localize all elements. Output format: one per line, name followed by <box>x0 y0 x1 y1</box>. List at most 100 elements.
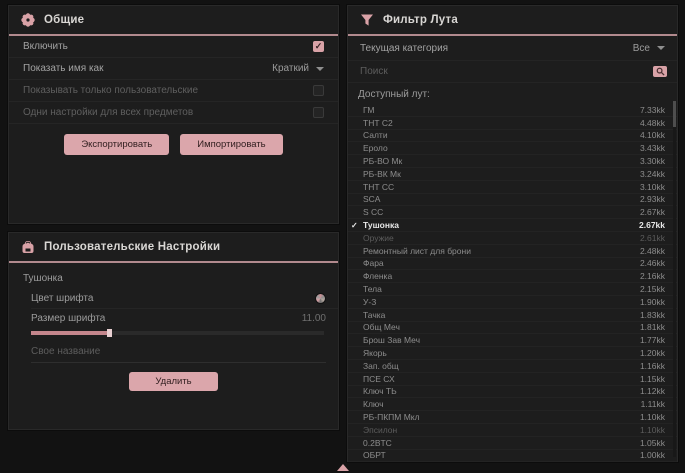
loot-item-value: 7.33kk <box>640 105 665 115</box>
loot-list-item[interactable]: ✓ ТНТ С2 4.48kk <box>348 117 677 130</box>
loot-list-item[interactable]: ✓ Ключ 1.11kk <box>348 398 677 411</box>
loot-list-item[interactable]: ✓ Фленка 2.16kk <box>348 270 677 283</box>
general-panel-title: Общие <box>44 14 84 26</box>
loot-list-item[interactable]: ✓ РБ-ВО Мк 3.30kk <box>348 155 677 168</box>
loot-list-item[interactable]: ✓ Общ Меч 1.81kk <box>348 322 677 335</box>
loot-item-value: 1.11kk <box>641 399 665 409</box>
loot-list-item[interactable]: ✓ Якорь 1.20kk <box>348 347 677 360</box>
name-mode-value: Краткий <box>272 63 309 74</box>
loot-item-name: ТНТ С2 <box>363 118 393 128</box>
color-wheel-icon[interactable] <box>315 293 326 304</box>
same-settings-checkbox[interactable] <box>313 107 324 118</box>
loot-item-name: РБ-ВО Мк <box>363 156 402 166</box>
font-size-value: 11.00 <box>302 313 326 324</box>
loot-list-item[interactable]: ✓ Ероло 3.43kk <box>348 142 677 155</box>
user-only-label: Показывать только пользовательские <box>23 85 198 96</box>
category-value: Все <box>633 43 650 54</box>
loot-item-name: РБ-ВК Мк <box>363 169 401 179</box>
loot-item-value: 3.24kk <box>640 169 665 179</box>
loot-item-value: 1.12kk <box>640 386 665 396</box>
loot-filter-header: Фильтр Лута <box>348 6 677 36</box>
loot-list-item[interactable]: ✓ Ключ ТЬ 1.12kk <box>348 386 677 399</box>
loot-item-name: Зап. общ <box>363 361 399 371</box>
loot-list-item[interactable]: ✓ РБ-ВК Мк 3.24kk <box>348 168 677 181</box>
search-button[interactable] <box>653 66 667 77</box>
scrollbar-thumb[interactable] <box>673 101 676 127</box>
loot-list-item[interactable]: ✓ 0.2BTC 1.05kk <box>348 437 677 450</box>
name-mode-label: Показать имя как <box>23 63 103 74</box>
loot-item-value: 1.83kk <box>640 310 665 320</box>
loot-list-item[interactable]: ✓ РБ-ПКПМ Мкл 1.10kk <box>348 411 677 424</box>
triangle-up-icon[interactable] <box>337 464 349 471</box>
loot-list-item[interactable]: ✓ Тела 2.15kk <box>348 283 677 296</box>
loot-list-item[interactable]: ✓ Эпсилон 1.10kk <box>348 424 677 437</box>
loot-item-name: SCA <box>363 194 380 204</box>
loot-item-value: 1.15kk <box>640 374 665 384</box>
loot-item-name: ОБРТ <box>363 450 386 460</box>
category-label: Текущая категория <box>360 43 448 54</box>
loot-item-value: 2.16kk <box>640 271 665 281</box>
loot-item-value: 4.10kk <box>640 130 665 140</box>
loot-filter-title: Фильтр Лута <box>383 14 458 26</box>
loot-item-name: Эпсилон <box>363 425 397 435</box>
loot-item-name: Оружие <box>363 233 394 243</box>
enable-checkbox[interactable]: ✓ <box>313 41 324 52</box>
loot-list-scrollbar[interactable] <box>673 101 676 457</box>
setting-row-user-only: Показывать только пользовательские <box>9 80 338 102</box>
loot-item-value: 4.48kk <box>640 118 665 128</box>
loot-item-name: Ключ ТЬ <box>363 386 397 396</box>
search-input[interactable] <box>360 66 653 77</box>
name-mode-select[interactable]: Краткий <box>272 63 324 74</box>
delete-button[interactable]: Удалить <box>129 372 217 391</box>
loot-item-value: 3.30kk <box>640 156 665 166</box>
user-only-checkbox[interactable] <box>313 85 324 96</box>
loot-list-item[interactable]: ✓ Фара 2.46kk <box>348 258 677 271</box>
loot-list-item[interactable]: ✓ У-З 1.90kk <box>348 296 677 309</box>
same-settings-label: Одни настройки для всех предметов <box>23 107 193 118</box>
loot-item-name: Тела <box>363 284 382 294</box>
loot-list-item[interactable]: ✓ Брош Зав Меч 1.77kk <box>348 334 677 347</box>
setting-row-same-settings: Одни настройки для всех предметов <box>9 102 338 124</box>
loot-item-value: 2.48kk <box>640 246 665 256</box>
loot-list-item[interactable]: ✓ ОБРТ 1.00kk <box>348 450 677 463</box>
enable-label: Включить <box>23 41 68 52</box>
loot-list-item[interactable]: ✓ Ремонтный лист для брони 2.48kk <box>348 245 677 258</box>
search-row <box>348 61 677 83</box>
loot-list-item[interactable]: ✓ Салти 4.10kk <box>348 130 677 143</box>
user-settings-header: Пользовательские Настройки <box>9 233 338 263</box>
loot-item-value: 1.10kk <box>640 412 665 422</box>
slider-handle[interactable] <box>107 329 112 337</box>
loot-item-value: 2.67kk <box>639 220 665 230</box>
loot-item-name: Общ Меч <box>363 322 400 332</box>
category-select[interactable]: Все <box>633 43 665 54</box>
loot-list-item[interactable]: ✓ Оружие 2.61kk <box>348 232 677 245</box>
custom-name-input[interactable] <box>31 343 326 363</box>
font-size-row: Размер шрифта 11.00 <box>31 309 338 328</box>
export-button[interactable]: Экспортировать <box>64 134 169 155</box>
delete-row: Удалить <box>9 363 338 391</box>
loot-list-item[interactable]: ✓ ТНТ СС 3.10kk <box>348 181 677 194</box>
loot-item-value: 1.81kk <box>640 322 665 332</box>
loot-list-item[interactable]: ✓ Зап. общ 1.16kk <box>348 360 677 373</box>
loot-item-value: 1.16kk <box>640 361 665 371</box>
import-button[interactable]: Импортировать <box>180 134 282 155</box>
funnel-icon <box>360 13 374 27</box>
loot-list-item[interactable]: ✓ Тачка 1.83kk <box>348 309 677 322</box>
font-color-row: Цвет шрифта <box>31 289 338 309</box>
loot-item-value: 1.90kk <box>640 297 665 307</box>
loot-list-item[interactable]: ✓ ГМ 7.33kk <box>348 104 677 117</box>
general-panel: Общие Включить ✓ Показать имя как Кратки… <box>8 5 339 224</box>
chevron-down-icon <box>316 67 324 71</box>
font-size-slider[interactable] <box>31 331 324 335</box>
font-size-label: Размер шрифта <box>31 313 105 324</box>
loot-list-item[interactable]: ✓ ПСЕ СХ 1.15kk <box>348 373 677 386</box>
loot-list-item[interactable]: ✓ S СС 2.67kk <box>348 206 677 219</box>
loot-item-name: Тачка <box>363 310 385 320</box>
loot-list-item[interactable]: ✓ Тушонка 2.67kk <box>348 219 677 232</box>
loot-item-name: Салти <box>363 130 388 140</box>
loot-item-name: Тушонка <box>363 220 399 230</box>
loot-item-name: 0.2BTC <box>363 438 392 448</box>
loot-item-value: 1.00kk <box>640 450 665 460</box>
loot-list-item[interactable]: ✓ SCA 2.93kk <box>348 194 677 207</box>
loot-item-value: 1.10kk <box>640 425 665 435</box>
